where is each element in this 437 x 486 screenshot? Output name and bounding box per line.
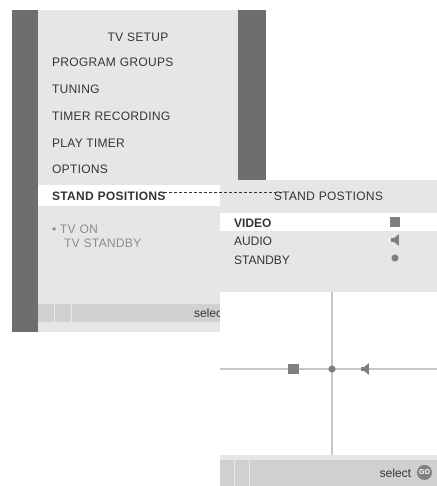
standby-position-marker — [328, 365, 336, 373]
video-position-marker — [288, 364, 299, 374]
connector-dashed-line — [164, 192, 282, 193]
submenu-tv-on[interactable]: • TV ON — [52, 222, 98, 236]
square-icon — [390, 217, 400, 227]
row-label: AUDIO — [234, 234, 273, 248]
submenu-tv-standby[interactable]: TV STANDBY — [64, 236, 141, 250]
menu-item-program-groups[interactable]: PROGRAM GROUPS — [52, 55, 174, 69]
footer-segment — [220, 460, 235, 486]
menu-item-tuning[interactable]: TUNING — [52, 82, 100, 96]
audio-position-marker — [361, 363, 369, 375]
menu-item-stand-positions[interactable]: STAND POSITIONS — [52, 189, 166, 203]
footer-segment — [235, 460, 250, 486]
menu-footer: select GO — [220, 460, 437, 486]
menu-item-options[interactable]: OPTIONS — [52, 162, 108, 176]
tv-setup-title: TV SETUP — [107, 30, 169, 44]
menu-item-timer-recording[interactable]: TIMER RECORDING — [52, 109, 171, 123]
row-label: VIDEO — [234, 216, 272, 230]
footer-select-label: select — [379, 466, 411, 480]
stand-position-graph[interactable] — [220, 292, 437, 455]
row-label: STANDBY — [234, 253, 290, 267]
row-audio[interactable]: AUDIO — [220, 231, 437, 249]
dot-icon — [391, 254, 399, 262]
stand-positions-menu: STAND POSTIONS VIDEO AUDIO STANDBY selec… — [220, 180, 437, 486]
row-video[interactable]: VIDEO — [220, 213, 437, 231]
go-button-icon[interactable]: GO — [417, 465, 432, 480]
speaker-icon — [391, 234, 399, 246]
menu-item-play-timer[interactable]: PLAY TIMER — [52, 136, 125, 150]
footer-segment — [38, 304, 55, 322]
row-standby[interactable]: STANDBY — [220, 250, 437, 268]
menu-left-bar — [12, 10, 38, 332]
footer-segment — [55, 304, 72, 322]
